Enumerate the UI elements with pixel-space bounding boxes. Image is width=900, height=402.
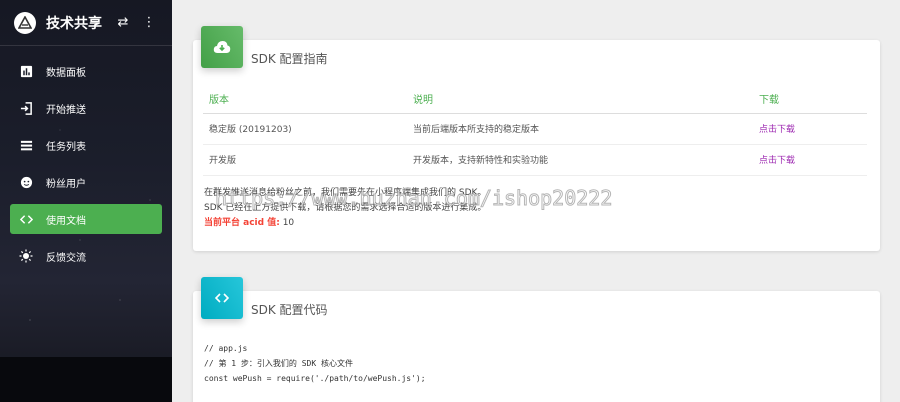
bar-chart-icon [18,63,34,79]
login-icon [18,100,34,116]
table-header-row: 版本 说明 下载 [203,84,867,114]
sidebar-footer-silhouette [0,357,172,402]
cloud-download-icon [201,26,243,68]
sun-icon [18,248,34,264]
code-line: // 第 1 步：引入我们的 SDK 核心文件 [204,359,353,368]
sidebar-item-push[interactable]: 开始推送 [10,93,162,123]
sidebar-item-fans[interactable]: 粉丝用户 [10,167,162,197]
list-icon [18,137,34,153]
code-icon [18,211,34,227]
brand-logo [14,11,36,34]
sdk-code-title: SDK 配置代码 [251,303,328,317]
table-row: 开发版 开发版本，支持新特性和实验功能 点击下载 [203,144,867,176]
column-header-version: 版本 [203,84,407,114]
code-line: // app.js [204,344,248,353]
version-cell: 开发版 [203,144,407,176]
code-icon [201,277,243,319]
column-header-download: 下载 [753,84,867,114]
code-line: const wePush = require('./path/to/wePush… [204,374,426,383]
sidebar-nav: 数据面板 开始推送 任务列表 粉丝用户 使用文档 反馈交流 [0,46,172,271]
version-cell: 稳定版 (20191203) [203,113,407,145]
acid-value: 10 [282,218,295,228]
description-cell: 当前后端版本所支持的稳定版本 [407,113,753,145]
sidebar-item-label: 使用文档 [46,215,86,227]
sidebar-item-label: 粉丝用户 [46,178,86,190]
sidebar-item-label: 数据面板 [46,67,86,79]
watermark: https://www.huzhan.com/ishop20222 [214,186,613,211]
sidebar-item-feedback[interactable]: 反馈交流 [10,241,162,271]
download-link-stable[interactable]: 点击下载 [759,125,795,135]
face-icon [18,174,34,190]
download-link-dev[interactable]: 点击下载 [759,156,795,166]
sdk-version-table: 版本 说明 下载 稳定版 (20191203) 当前后端版本所支持的稳定版本 点… [203,84,867,176]
acid-label: 当前平台 acid 值: [204,218,280,228]
more-vert-icon[interactable]: ⋮ [140,15,158,30]
sidebar-item-label: 开始推送 [46,104,86,116]
acid-line: 当前平台 acid 值: 10 [204,216,486,231]
code-block: // app.js // 第 1 步：引入我们的 SDK 核心文件 const … [204,341,426,386]
column-header-description: 说明 [407,84,753,114]
swap-icon[interactable]: ⇄ [114,15,132,30]
table-row: 稳定版 (20191203) 当前后端版本所支持的稳定版本 点击下载 [203,113,867,145]
sidebar-item-dashboard[interactable]: 数据面板 [10,56,162,86]
sdk-guide-title: SDK 配置指南 [251,52,328,66]
sidebar: 技术共享 ⇄ ⋮ 数据面板 开始推送 任务列表 粉丝用户 使用文档 反馈交流 [0,0,172,402]
description-cell: 开发版本，支持新特性和实验功能 [407,144,753,176]
sdk-guide-card: SDK 配置指南 版本 说明 下载 稳定版 (20191203) 当前后端版本所… [193,26,880,251]
sidebar-item-tasks[interactable]: 任务列表 [10,130,162,160]
sidebar-item-docs[interactable]: 使用文档 [10,204,162,234]
sdk-code-card: SDK 配置代码 // app.js // 第 1 步：引入我们的 SDK 核心… [193,277,880,402]
sidebar-item-label: 任务列表 [46,141,86,153]
brand-header: 技术共享 ⇄ ⋮ [0,0,172,46]
sidebar-item-label: 反馈交流 [46,252,86,264]
brand-title: 技术共享 [46,15,102,32]
